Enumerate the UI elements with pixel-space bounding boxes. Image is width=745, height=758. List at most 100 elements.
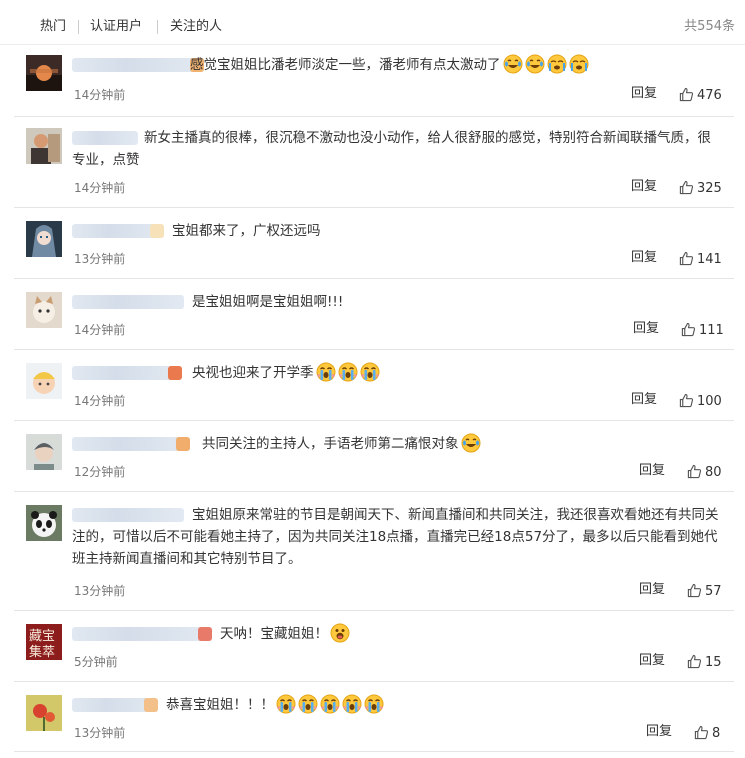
comment-time: 14分钟前 bbox=[74, 323, 126, 337]
comment-text: 感觉宝姐姐比潘老师淡定一些，潘老师有点太激动了 bbox=[72, 54, 722, 76]
sunset-avatar-icon[interactable] bbox=[26, 55, 62, 91]
shocked-emoji-icon bbox=[330, 623, 350, 643]
comment-item: 宝姐都来了，广权还远吗 13分钟前 回复 141 bbox=[14, 208, 734, 279]
comment-body: 共同关注的主持人，手语老师第二痛恨对象 bbox=[202, 436, 459, 452]
reply-button[interactable]: 回复 bbox=[633, 321, 659, 337]
thumbs-up-icon bbox=[679, 87, 694, 102]
tab-divider bbox=[78, 20, 79, 34]
comment-item: 恭喜宝姐姐！！！ 13分钟前 回复 8 bbox=[14, 682, 734, 752]
person-avatar-icon[interactable] bbox=[26, 128, 62, 164]
reply-button[interactable]: 回复 bbox=[631, 86, 657, 102]
crying-emoji-icon bbox=[547, 54, 567, 74]
crying-emoji-icon bbox=[569, 54, 589, 74]
thumbs-up-icon bbox=[687, 464, 702, 479]
svg-text:藏宝: 藏宝 bbox=[29, 629, 55, 644]
comment-time: 14分钟前 bbox=[74, 394, 126, 408]
tears-emoji-icon bbox=[360, 362, 380, 382]
comment-text: 是宝姐姐啊是宝姐姐啊!!! bbox=[72, 291, 722, 313]
reply-button[interactable]: 回复 bbox=[646, 724, 672, 740]
tears-emoji-icon bbox=[338, 362, 358, 382]
comment-count: 共554条 bbox=[684, 19, 735, 34]
comment-body: 天呐！宝藏姐姐！ bbox=[220, 626, 328, 642]
like-count: 80 bbox=[705, 465, 722, 480]
tears-emoji-icon bbox=[320, 694, 340, 714]
comment-time: 14分钟前 bbox=[74, 181, 126, 195]
like-button[interactable]: 100 bbox=[679, 393, 722, 410]
comment-text: 恭喜宝姐姐！！！ bbox=[72, 694, 722, 716]
baby-avatar-icon[interactable] bbox=[26, 363, 62, 399]
reply-button[interactable]: 回复 bbox=[639, 653, 665, 669]
anime-girl-avatar-icon[interactable] bbox=[26, 221, 62, 257]
tears-emoji-icon bbox=[364, 694, 384, 714]
comment-tabs: 热门 认证用户 关注的人 共554条 bbox=[0, 0, 745, 45]
tab-divider bbox=[157, 20, 158, 34]
like-count: 141 bbox=[697, 252, 722, 267]
tears-emoji-icon bbox=[298, 694, 318, 714]
laugh-cry-emoji-icon bbox=[525, 54, 545, 74]
comment-item: 央视也迎来了开学季 14分钟前 回复 100 bbox=[14, 350, 734, 421]
laugh-cry-emoji-icon bbox=[503, 54, 523, 74]
comment-body: 恭喜宝姐姐！！！ bbox=[166, 697, 274, 713]
thumbs-up-icon bbox=[694, 725, 709, 740]
reply-button[interactable]: 回复 bbox=[631, 250, 657, 266]
thumbs-up-icon bbox=[687, 583, 702, 598]
like-count: 476 bbox=[697, 88, 722, 103]
comment-text: 共同关注的主持人，手语老师第二痛恨对象 bbox=[72, 433, 722, 455]
panda-avatar-icon[interactable] bbox=[26, 505, 62, 541]
thumbs-up-icon bbox=[679, 180, 694, 195]
comment-body: 是宝姐姐啊是宝姐姐啊!!! bbox=[192, 294, 344, 310]
reply-button[interactable]: 回复 bbox=[631, 392, 657, 408]
like-button[interactable]: 15 bbox=[687, 654, 722, 671]
like-button[interactable]: 8 bbox=[694, 725, 720, 742]
comment-text: 宝姐都来了，广权还远吗 bbox=[72, 220, 722, 242]
like-count: 325 bbox=[697, 181, 722, 196]
comment-body: 央视也迎来了开学季 bbox=[192, 365, 314, 381]
comment-text: 宝姐姐原来常驻的节目是朝闻天下、新闻直播间和共同关注，我还很喜欢看她还有共同关注… bbox=[72, 504, 722, 570]
comment-item: 是宝姐姐啊是宝姐姐啊!!! 14分钟前 回复 111 bbox=[14, 279, 734, 350]
tears-emoji-icon bbox=[316, 362, 336, 382]
thumbs-up-icon bbox=[679, 251, 694, 266]
comment-time: 13分钟前 bbox=[74, 584, 126, 598]
boy-avatar-icon[interactable] bbox=[26, 434, 62, 470]
thumbs-up-icon bbox=[681, 322, 696, 337]
reply-button[interactable]: 回复 bbox=[631, 179, 657, 195]
reply-button[interactable]: 回复 bbox=[639, 582, 665, 598]
comment-body: 宝姐都来了，广权还远吗 bbox=[172, 223, 321, 239]
like-button[interactable]: 141 bbox=[679, 251, 722, 268]
like-button[interactable]: 325 bbox=[679, 180, 722, 197]
svg-text:集萃: 集萃 bbox=[29, 644, 55, 660]
comment-item: 感觉宝姐姐比潘老师淡定一些，潘老师有点太激动了 14分钟前 回复 476 bbox=[14, 44, 734, 117]
like-button[interactable]: 57 bbox=[687, 583, 722, 600]
comment-item: 宝姐姐原来常驻的节目是朝闻天下、新闻直播间和共同关注，我还很喜欢看她还有共同关注… bbox=[14, 492, 734, 611]
like-count: 111 bbox=[699, 323, 724, 338]
comment-time: 12分钟前 bbox=[74, 465, 126, 479]
calligraphy-avatar-icon[interactable]: 藏宝 集萃 bbox=[26, 624, 62, 660]
comment-time: 14分钟前 bbox=[74, 88, 126, 102]
comment-text: 央视也迎来了开学季 bbox=[72, 362, 722, 384]
comment-text: 天呐！宝藏姐姐！ bbox=[72, 623, 722, 645]
comment-time: 13分钟前 bbox=[74, 726, 126, 740]
comment-body: 新女主播真的很棒，很沉稳不激动也没小动作，给人很舒服的感觉，特别符合新闻联播气质… bbox=[72, 130, 711, 168]
like-button[interactable]: 476 bbox=[679, 87, 722, 104]
laugh-cry-emoji-icon bbox=[461, 433, 481, 453]
tab-verified[interactable]: 认证用户 bbox=[90, 19, 142, 35]
thumbs-up-icon bbox=[687, 654, 702, 669]
comment-body: 感觉宝姐姐比潘老师淡定一些，潘老师有点太激动了 bbox=[190, 57, 501, 73]
tears-emoji-icon bbox=[276, 694, 296, 714]
reply-button[interactable]: 回复 bbox=[639, 463, 665, 479]
like-button[interactable]: 111 bbox=[681, 322, 724, 339]
like-count: 57 bbox=[705, 584, 722, 599]
cat-avatar-icon[interactable] bbox=[26, 292, 62, 328]
like-count: 100 bbox=[697, 394, 722, 409]
comment-item: 藏宝 集萃 天呐！宝藏姐姐！ 5分钟前 回复 15 bbox=[14, 611, 734, 682]
comment-item: 共同关注的主持人，手语老师第二痛恨对象 12分钟前 回复 80 bbox=[14, 421, 734, 492]
comment-item: 新女主播真的很棒，很沉稳不激动也没小动作，给人很舒服的感觉，特别符合新闻联播气质… bbox=[14, 117, 734, 208]
like-button[interactable]: 80 bbox=[687, 464, 722, 481]
like-count: 8 bbox=[712, 726, 721, 741]
tab-hot[interactable]: 热门 bbox=[40, 19, 66, 35]
tears-emoji-icon bbox=[342, 694, 362, 714]
flower-avatar-icon[interactable] bbox=[26, 695, 62, 731]
comment-body: 宝姐姐原来常驻的节目是朝闻天下、新闻直播间和共同关注，我还很喜欢看她还有共同关注… bbox=[72, 507, 719, 567]
thumbs-up-icon bbox=[679, 393, 694, 408]
tab-following[interactable]: 关注的人 bbox=[170, 19, 222, 35]
